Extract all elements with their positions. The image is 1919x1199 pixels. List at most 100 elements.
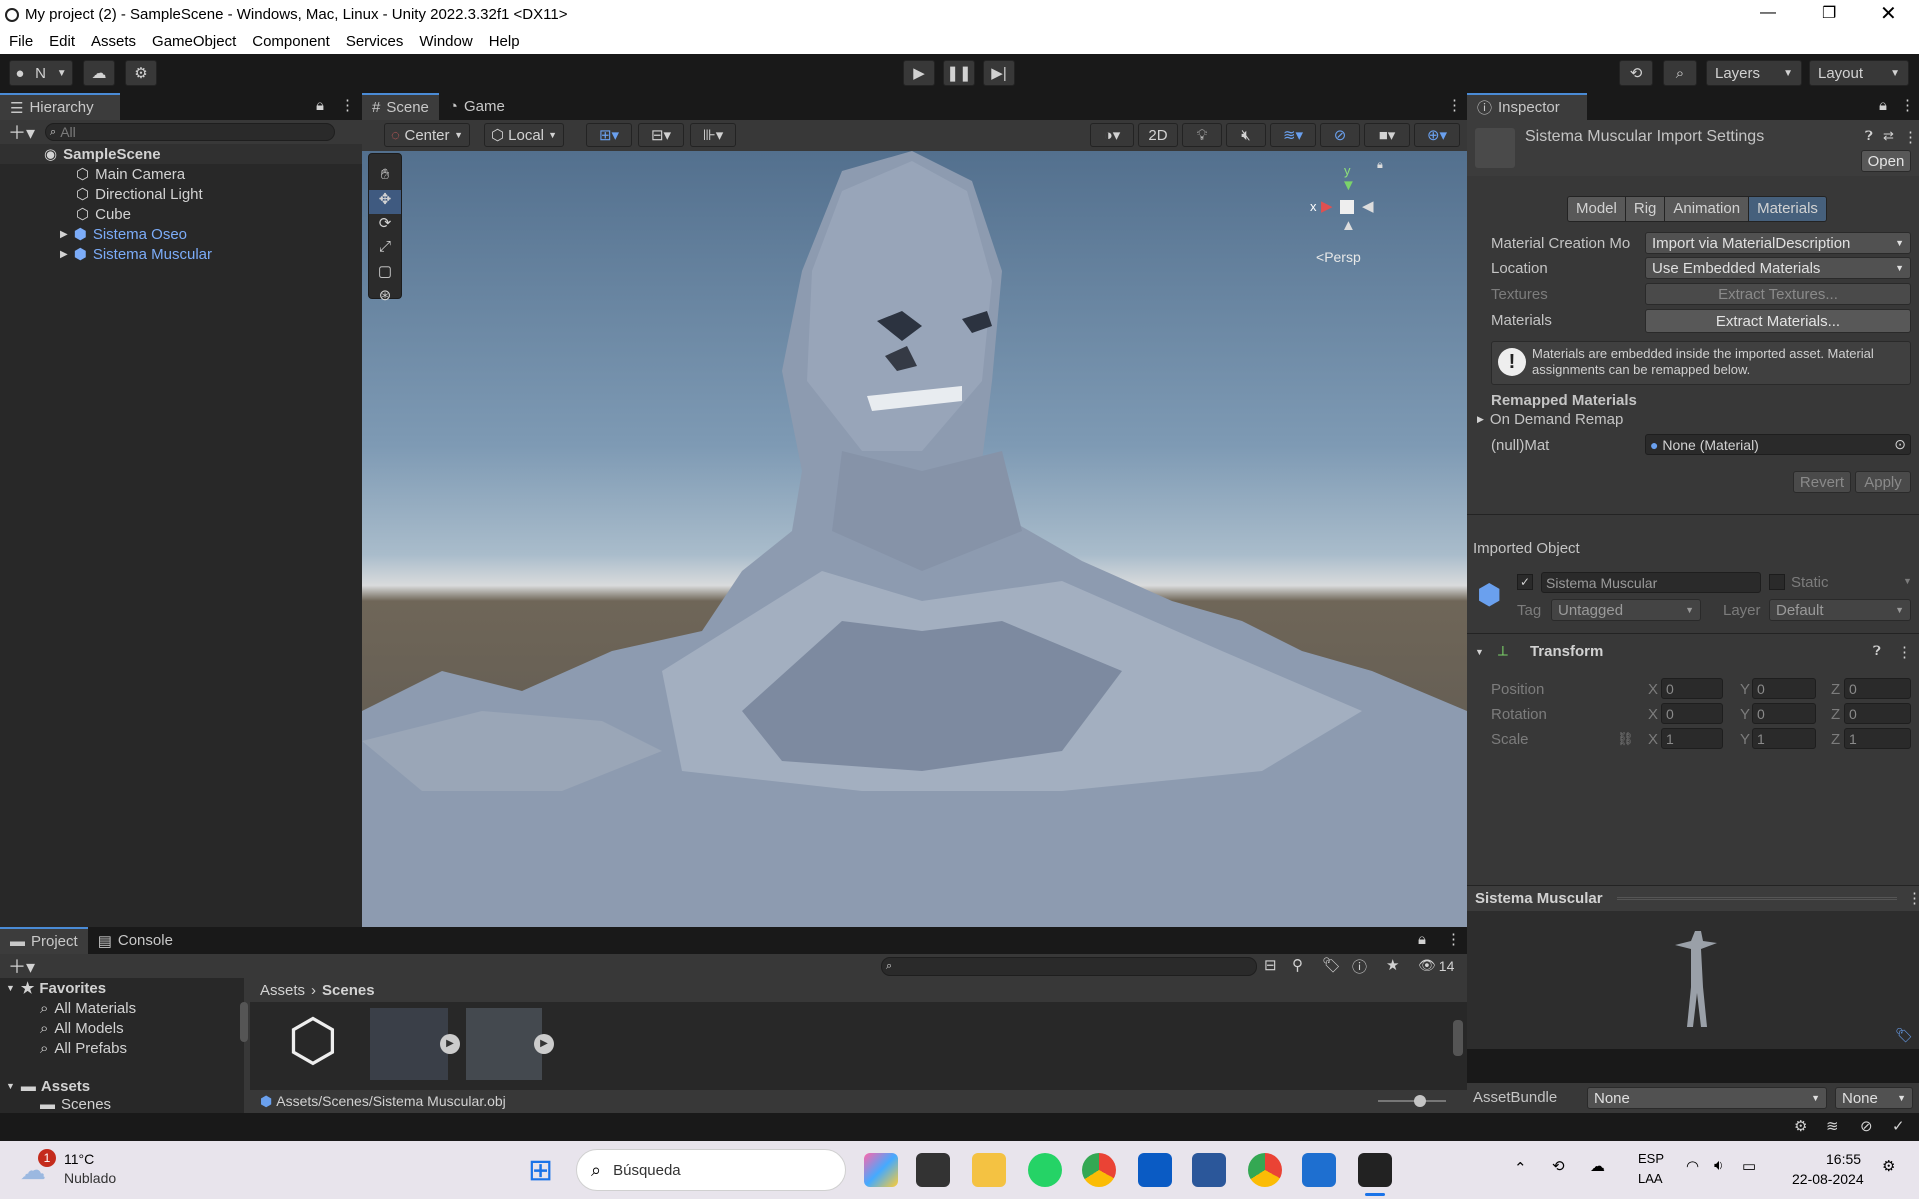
rotation-z-field[interactable]: 0 xyxy=(1844,703,1911,724)
transform-header[interactable]: ▼ ⟂ Transform ❓︎ ⋮ xyxy=(1475,643,1915,661)
onedrive-icon[interactable]: ☁ xyxy=(1590,1157,1605,1175)
maximize-button[interactable]: ❐ xyxy=(1822,3,1836,23)
close-button[interactable]: ✕ xyxy=(1880,1,1897,26)
chevron-down-icon[interactable]: ▼ xyxy=(1903,576,1912,586)
align-button[interactable]: ⊪▾ xyxy=(690,123,736,147)
position-z-field[interactable]: 0 xyxy=(1844,678,1911,699)
clock-time[interactable]: 16:55 xyxy=(1826,1151,1861,1167)
play-icon[interactable]: ▶ xyxy=(534,1034,554,1054)
model-asset-oseo[interactable] xyxy=(370,1008,448,1080)
scale-tool-icon[interactable]: ⤢ xyxy=(369,238,401,262)
gizmos-dropdown[interactable]: ⊕▾ xyxy=(1414,123,1460,147)
taskbar-search[interactable]: ⌕ Búsqueda xyxy=(576,1149,846,1191)
drag-handle[interactable] xyxy=(1617,897,1897,900)
tab-project[interactable]: ▬ Project xyxy=(0,927,88,954)
favorite-all-prefabs[interactable]: ⌕ All Prefabs xyxy=(0,1038,244,1058)
grid-scrollbar[interactable] xyxy=(1453,1020,1463,1056)
weather-widget[interactable]: ☁ 1 11°C Nublado xyxy=(20,1149,140,1191)
chrome-icon[interactable] xyxy=(1082,1153,1116,1187)
tree-item-sistema-oseo[interactable]: ▶ ⬢ Sistema Oseo xyxy=(0,224,362,244)
tag-dropdown[interactable]: Untagged ▼ xyxy=(1551,599,1701,621)
tab-game[interactable]: ◔ Game xyxy=(439,93,515,120)
scale-x-field[interactable]: 1 xyxy=(1661,728,1723,749)
menu-help[interactable]: Help xyxy=(489,33,520,50)
move-tool-icon[interactable]: ✥ xyxy=(369,190,401,214)
lighting-toggle[interactable]: 💡︎ xyxy=(1182,123,1222,147)
tab-scene[interactable]: # Scene xyxy=(362,93,439,120)
assetbundle-variant-dropdown[interactable]: None ▼ xyxy=(1835,1087,1913,1109)
menu-assets[interactable]: Assets xyxy=(91,33,136,50)
keyboard-layout-indicator[interactable]: LAA xyxy=(1638,1171,1663,1186)
more-icon[interactable]: ⋮ xyxy=(1446,930,1461,948)
lock-icon[interactable]: 🔒︎ xyxy=(1879,97,1887,114)
presets-icon[interactable]: ⇄ xyxy=(1883,128,1894,144)
tree-item-sistema-muscular[interactable]: ▶ ⬢ Sistema Muscular xyxy=(0,244,362,264)
more-icon[interactable]: ⋮ xyxy=(1907,889,1919,907)
hidden-packages-counter[interactable]: 👁︎ 14 xyxy=(1418,957,1454,974)
whatsapp-icon[interactable] xyxy=(1028,1153,1062,1187)
notifications-icon[interactable]: ⚙ xyxy=(1882,1157,1895,1175)
camera-dropdown[interactable]: ■▾ xyxy=(1364,123,1410,147)
pivot-local-dropdown[interactable]: ⬡ Local ▼ xyxy=(484,123,564,147)
add-button[interactable]: ＋▾ xyxy=(8,119,35,145)
more-icon[interactable]: ⋮ xyxy=(340,96,355,114)
menu-window[interactable]: Window xyxy=(419,33,472,50)
rotate-tool-icon[interactable]: ⟳ xyxy=(369,214,401,238)
sync-icon[interactable]: ⟲ xyxy=(1552,1157,1565,1175)
active-checkbox[interactable]: ✓ xyxy=(1517,574,1533,590)
check-icon[interactable]: ✓ xyxy=(1892,1117,1905,1135)
increment-snap-button[interactable]: ⊟▾ xyxy=(638,123,684,147)
tree-item-cube[interactable]: ⬡ Cube xyxy=(0,204,362,224)
assets-foldout[interactable]: ▼ ▬ Assets xyxy=(0,1076,244,1096)
favorites-foldout[interactable]: ▼ ★ Favorites xyxy=(0,978,244,998)
tab-animation[interactable]: Animation xyxy=(1665,197,1750,221)
object-picker-icon[interactable]: ⊙ xyxy=(1894,436,1906,453)
menu-file[interactable]: File xyxy=(9,33,33,50)
folder-scenes[interactable]: ▬ Scenes xyxy=(0,1096,244,1113)
hand-tool-icon[interactable]: ✋︎ xyxy=(369,166,401,190)
account-button[interactable]: ● N ▼ xyxy=(9,60,73,86)
scale-z-field[interactable]: 1 xyxy=(1844,728,1911,749)
tab-inspector[interactable]: ⓘ Inspector xyxy=(1467,93,1587,120)
search-by-type-icon[interactable]: ⊟ xyxy=(1264,956,1277,974)
cloud-button[interactable]: ☁ xyxy=(83,60,115,86)
layout-dropdown[interactable]: Layout ▼ xyxy=(1809,60,1909,86)
pivot-center-dropdown[interactable]: ◌ Center ▼ xyxy=(384,123,470,147)
alert-icon[interactable]: ⓘ xyxy=(1352,956,1367,977)
tab-hierarchy[interactable]: ☰ Hierarchy xyxy=(0,93,120,120)
expand-arrow-icon[interactable]: ▶ xyxy=(60,229,68,240)
tree-item-directional-light[interactable]: ⬡ Directional Light xyxy=(0,184,362,204)
copilot-icon[interactable] xyxy=(864,1153,898,1187)
transform-tool-icon[interactable]: ⊛ xyxy=(369,286,401,310)
chevron-up-icon[interactable]: ⌃ xyxy=(1514,1159,1527,1177)
tab-rig[interactable]: Rig xyxy=(1625,197,1666,221)
lock-icon[interactable]: 🔒︎ xyxy=(1377,159,1383,172)
position-y-field[interactable]: 0 xyxy=(1752,678,1816,699)
icon-size-slider[interactable] xyxy=(1378,1095,1446,1107)
rotation-y-field[interactable]: 0 xyxy=(1752,703,1816,724)
task-view-icon[interactable] xyxy=(916,1153,950,1187)
material-creation-dropdown[interactable]: Import via MaterialDescription ▼ xyxy=(1645,232,1911,254)
volume-icon[interactable]: 🔉︎ xyxy=(1714,1157,1723,1174)
play-icon[interactable]: ▶ xyxy=(440,1034,460,1054)
shading-mode-dropdown[interactable]: ◑▾ xyxy=(1090,123,1134,147)
debug-icon[interactable]: ⊘ xyxy=(1860,1117,1873,1135)
object-name-field[interactable]: Sistema Muscular xyxy=(1541,572,1761,593)
more-icon[interactable]: ⋮ xyxy=(1903,128,1918,146)
favorite-all-models[interactable]: ⌕ All Models xyxy=(0,1018,244,1038)
grid-snap-button[interactable]: ⊞▾ xyxy=(586,123,632,147)
battery-icon[interactable]: ▭ xyxy=(1742,1157,1756,1175)
extract-textures-button[interactable]: Extract Textures... xyxy=(1645,283,1911,305)
collab-button[interactable]: ⚙ xyxy=(125,60,157,86)
apply-button[interactable]: Apply xyxy=(1855,471,1911,493)
position-x-field[interactable]: 0 xyxy=(1661,678,1723,699)
history-button[interactable]: ⟲ xyxy=(1619,60,1653,86)
gizmo-center-cube[interactable] xyxy=(1340,200,1354,214)
orientation-gizmo[interactable]: y ▼ x ▶ ◀ ▲ 🔒︎ xyxy=(1307,159,1387,249)
static-checkbox[interactable] xyxy=(1769,574,1785,590)
effects-dropdown[interactable]: ≋▾ xyxy=(1270,123,1316,147)
cache-icon[interactable]: ≋ xyxy=(1826,1117,1839,1135)
on-demand-remap-foldout[interactable]: ▶ On Demand Remap xyxy=(1477,411,1623,428)
menu-component[interactable]: Component xyxy=(252,33,330,50)
star-icon[interactable]: ★ xyxy=(1386,956,1399,974)
